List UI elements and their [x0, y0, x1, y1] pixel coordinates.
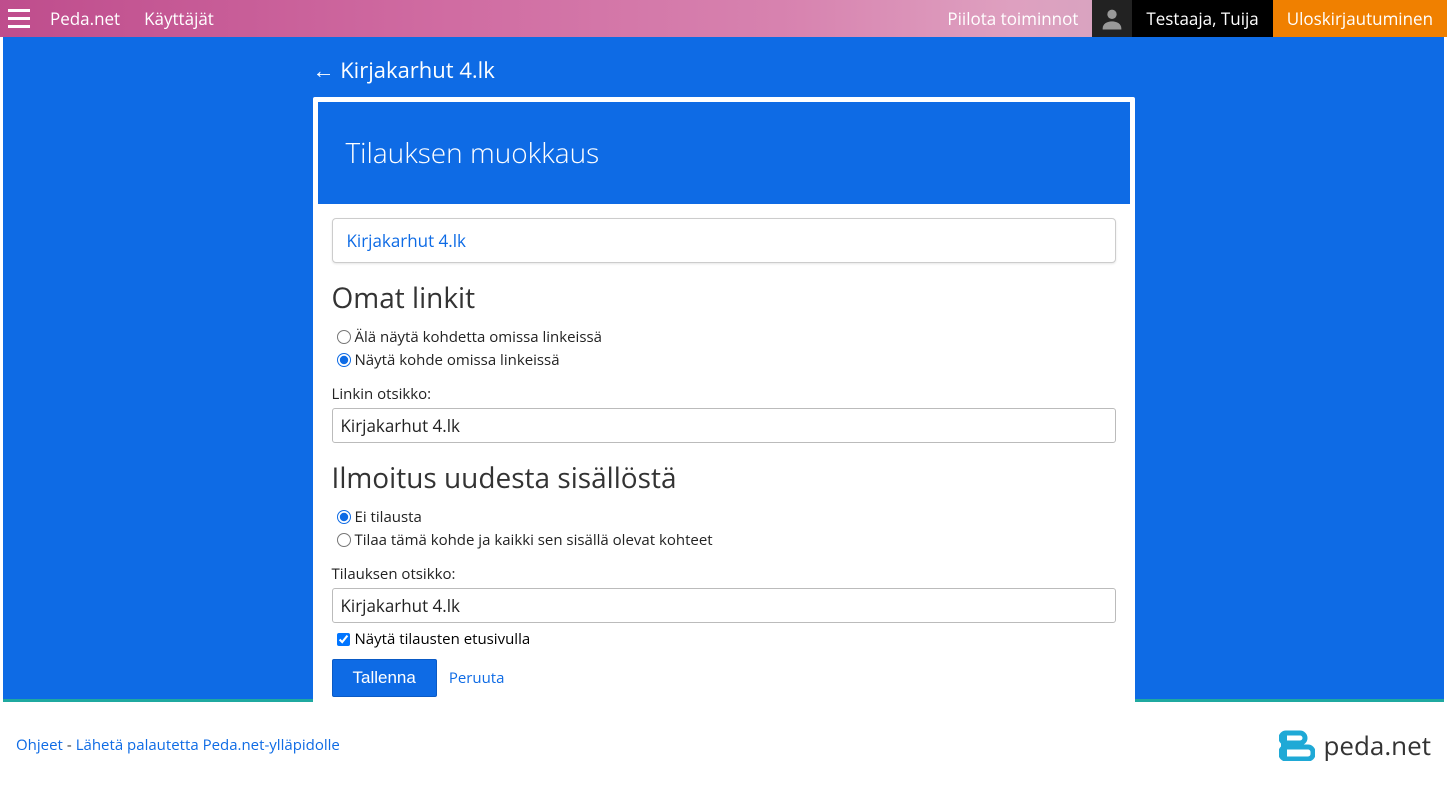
- radio-show-in-links[interactable]: Näytä kohde omissa linkeissä: [337, 350, 1116, 370]
- radio-hide-label: Älä näytä kohdetta omissa linkeissä: [355, 327, 602, 347]
- action-row: Tallenna Peruuta: [332, 659, 1116, 697]
- content-wrap: ← Kirjakarhut 4.lk Tilauksen muokkaus Ki…: [313, 49, 1135, 699]
- avatar[interactable]: [1092, 0, 1132, 37]
- users-link[interactable]: Käyttäjät: [132, 0, 226, 37]
- radio-none-input[interactable]: [337, 510, 351, 524]
- link-title-label: Linkin otsikko:: [332, 384, 1116, 404]
- save-button[interactable]: Tallenna: [332, 659, 437, 697]
- notification-heading: Ilmoitus uudesta sisällöstä: [332, 459, 1116, 497]
- footer-logo: peda.net: [1279, 727, 1431, 763]
- show-on-front-checkbox[interactable]: [337, 633, 350, 646]
- form-card: Tilauksen muokkaus Kirjakarhut 4.lk Omat…: [313, 97, 1135, 716]
- show-on-front-row[interactable]: Näytä tilausten etusivulla: [337, 629, 1116, 649]
- hide-actions-link[interactable]: Piilota toiminnot: [933, 0, 1092, 37]
- radio-none-label: Ei tilausta: [355, 507, 422, 527]
- subscription-title-label: Tilauksen otsikko:: [332, 564, 1116, 584]
- footer-separator: -: [67, 735, 72, 755]
- logout-button[interactable]: Uloskirjautuminen: [1273, 0, 1447, 37]
- footer-help-link[interactable]: Ohjeet: [16, 735, 63, 755]
- footer-brand-text: peda.net: [1323, 727, 1431, 763]
- top-bar: Peda.net Käyttäjät Piilota toiminnot Tes…: [0, 0, 1447, 37]
- radio-subscribe-label: Tilaa tämä kohde ja kaikki sen sisällä o…: [355, 530, 713, 550]
- radio-show-label: Näytä kohde omissa linkeissä: [355, 350, 560, 370]
- site-home-link[interactable]: Peda.net: [38, 0, 132, 37]
- show-on-front-label: Näytä tilausten etusivulla: [355, 629, 531, 649]
- main-area: ← Kirjakarhut 4.lk Tilauksen muokkaus Ki…: [3, 37, 1444, 699]
- cancel-link[interactable]: Peruuta: [449, 668, 505, 688]
- radio-show-input[interactable]: [337, 353, 351, 367]
- back-link[interactable]: ← Kirjakarhut 4.lk: [313, 49, 1135, 97]
- subscription-title-input[interactable]: [332, 588, 1116, 623]
- radio-hide-input[interactable]: [337, 330, 351, 344]
- radio-subscribe[interactable]: Tilaa tämä kohde ja kaikki sen sisällä o…: [337, 530, 1116, 550]
- peda-logo-icon: [1279, 729, 1315, 761]
- top-left-nav: Peda.net Käyttäjät: [38, 0, 226, 37]
- card-title: Tilauksen muokkaus: [318, 102, 1130, 204]
- user-name[interactable]: Testaaja, Tuija: [1132, 0, 1272, 37]
- menu-icon[interactable]: [0, 0, 38, 37]
- top-right-nav: Piilota toiminnot Testaaja, Tuija Uloski…: [933, 0, 1447, 37]
- footer-feedback-link[interactable]: Lähetä palautetta Peda.net-ylläpidolle: [76, 735, 340, 755]
- own-links-heading: Omat linkit: [332, 279, 1116, 317]
- radio-no-subscription[interactable]: Ei tilausta: [337, 507, 1116, 527]
- target-link-box[interactable]: Kirjakarhut 4.lk: [332, 218, 1116, 263]
- radio-subscribe-input[interactable]: [337, 533, 351, 547]
- radio-hide-in-links[interactable]: Älä näytä kohdetta omissa linkeissä: [337, 327, 1116, 347]
- link-title-input[interactable]: [332, 408, 1116, 443]
